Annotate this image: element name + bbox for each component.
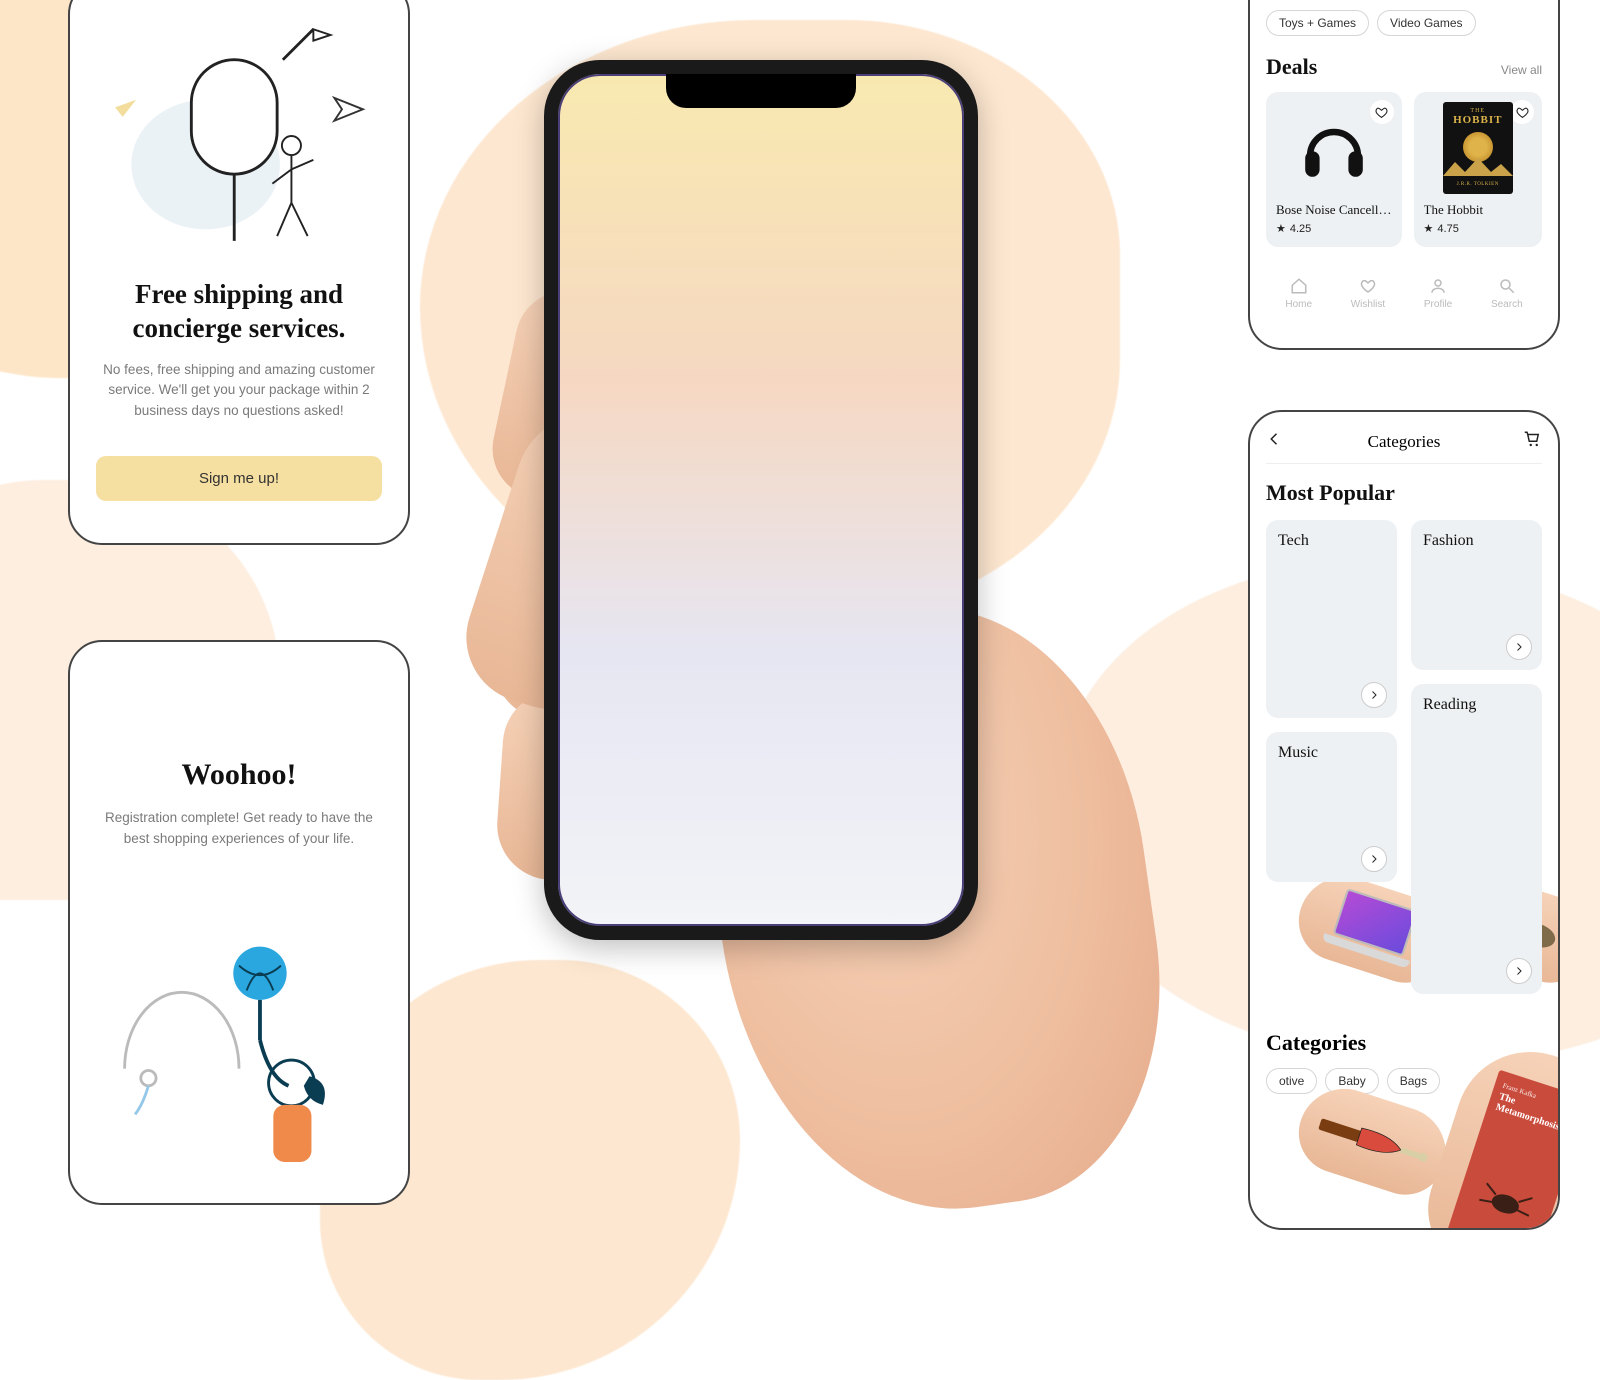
go-button[interactable] [1506, 634, 1532, 660]
deal-title: Bose Noise Cancell… [1276, 202, 1392, 218]
category-card-fashion[interactable]: Fashion [1411, 520, 1542, 670]
cart-icon [1524, 430, 1542, 448]
signup-button[interactable]: Sign me up! [96, 456, 382, 501]
search-icon [1498, 277, 1516, 295]
bottom-tab-bar: Home Wishlist Profile Search [1266, 271, 1542, 310]
chevron-right-icon [1368, 689, 1380, 701]
home-deals-screen: Toys + Games Video Games Deals View all … [1248, 0, 1560, 350]
title-line: Free shipping and [135, 279, 343, 309]
deal-rating: ★ 4.25 [1276, 222, 1392, 235]
go-button[interactable] [1361, 682, 1387, 708]
back-button[interactable] [1266, 430, 1284, 453]
woohoo-body: Registration complete! Get ready to have… [96, 808, 382, 850]
heart-icon [1375, 106, 1388, 119]
go-button[interactable] [1361, 846, 1387, 872]
profile-icon [1429, 277, 1447, 295]
category-label: Fashion [1423, 532, 1530, 550]
heart-icon [1359, 277, 1377, 295]
deal-card-headphones[interactable]: Bose Noise Cancell… ★ 4.25 [1266, 92, 1402, 247]
deals-heading: Deals [1266, 54, 1317, 80]
phone-notch [666, 74, 856, 108]
tab-label: Wishlist [1351, 299, 1385, 310]
deal-rating: ★ 4.75 [1424, 222, 1532, 235]
category-label: Music [1278, 744, 1385, 762]
book-title: HOBBIT [1447, 114, 1509, 126]
onboarding-complete-screen: Woohoo! Registration complete! Get ready… [68, 640, 410, 1205]
onboarding-body: No fees, free shipping and amazing custo… [96, 360, 382, 423]
heart-icon [1516, 106, 1529, 119]
home-icon [1290, 277, 1308, 295]
chevron-right-icon [1513, 965, 1525, 977]
chevron-right-icon [1513, 641, 1525, 653]
star-icon: ★ [1276, 222, 1286, 235]
chip-video-games[interactable]: Video Games [1377, 10, 1476, 36]
chip-toys-games[interactable]: Toys + Games [1266, 10, 1369, 36]
chip-bags[interactable]: Bags [1387, 1068, 1440, 1094]
category-label: Reading [1423, 696, 1530, 714]
hero-phone-in-hand [460, 50, 1100, 1190]
woohoo-title: Woohoo! [96, 758, 382, 792]
arrow-left-icon [1266, 430, 1284, 448]
tab-wishlist[interactable]: Wishlist [1351, 277, 1385, 310]
screen-title: Categories [1368, 432, 1441, 452]
categories-heading: Categories [1266, 1030, 1542, 1056]
star-icon: ★ [1424, 222, 1434, 235]
tab-label: Profile [1424, 299, 1452, 310]
celebration-illustration [96, 910, 382, 1170]
chip-automotive-partial[interactable]: otive [1266, 1068, 1317, 1094]
onboarding-shipping-screen: Free shipping and concierge services. No… [68, 0, 410, 545]
favorite-button[interactable] [1370, 100, 1394, 124]
rating-value: 4.25 [1290, 223, 1311, 235]
tab-profile[interactable]: Profile [1424, 277, 1452, 310]
category-label: Tech [1278, 532, 1385, 550]
category-card-reading[interactable]: Reading Franz Kafka The Metamorphosis Fi… [1411, 684, 1542, 994]
tab-search[interactable]: Search [1491, 277, 1523, 310]
tab-label: Search [1491, 299, 1523, 310]
title-line: concierge services. [133, 313, 346, 343]
category-card-music[interactable]: Music [1266, 732, 1397, 882]
cart-button[interactable] [1524, 430, 1542, 453]
go-button[interactable] [1506, 958, 1532, 984]
tab-label: Home [1285, 299, 1312, 310]
deal-title: The Hobbit [1424, 202, 1532, 218]
most-popular-heading: Most Popular [1266, 480, 1542, 506]
categories-screen: Categories Most Popular Tech Music [1248, 410, 1560, 1230]
category-chip-row: Toys + Games Video Games [1266, 10, 1542, 36]
view-all-link[interactable]: View all [1501, 63, 1542, 77]
deal-card-hobbit[interactable]: THE HOBBIT J.R.R. TOLKIEN The Hobbit ★ 4… [1414, 92, 1542, 247]
rating-value: 4.75 [1437, 223, 1458, 235]
onboarding-title: Free shipping and concierge services. [96, 278, 382, 346]
book-author: J.R.R. TOLKIEN [1447, 182, 1509, 187]
phone-frame [544, 60, 978, 940]
tab-home[interactable]: Home [1285, 277, 1312, 310]
category-card-tech[interactable]: Tech [1266, 520, 1397, 718]
mailbox-illustration [96, 6, 382, 266]
chevron-right-icon [1368, 853, 1380, 865]
favorite-button[interactable] [1510, 100, 1534, 124]
